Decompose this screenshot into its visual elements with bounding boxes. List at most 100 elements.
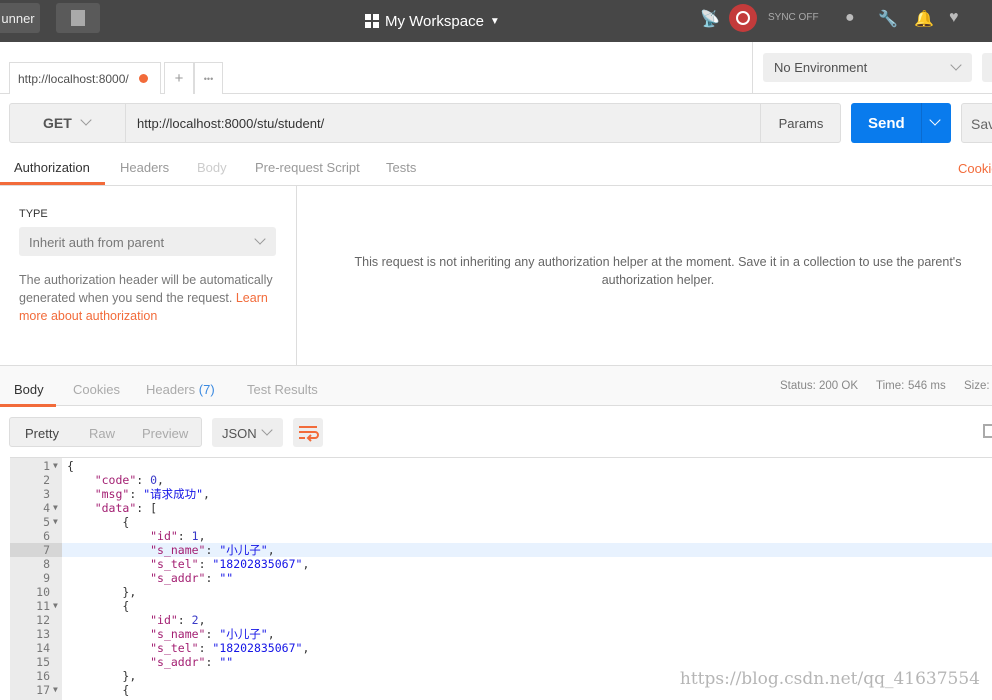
satellite-icon[interactable]: 📡 — [700, 9, 720, 29]
code-text: { — [67, 459, 74, 473]
code-text: "s_tel": "18202835067", — [67, 641, 309, 655]
send-label: Send — [868, 115, 905, 132]
response-editor[interactable]: 1 ▼{2 "code": 0, 3 "msg": "请求成功", 4 ▼ "data"… — [10, 457, 992, 700]
url-input[interactable]: http://localhost:8000/stu/student/ — [137, 116, 324, 131]
code-text: "s_addr": "" — [67, 571, 233, 585]
sync-icon[interactable] — [729, 4, 757, 32]
tab-headers[interactable]: Headers — [120, 152, 169, 185]
headers-count: (7) — [198, 382, 215, 397]
code-line: 12 "id": 2, — [10, 613, 992, 627]
cookies-link[interactable]: Cookie — [958, 161, 992, 176]
heart-icon[interactable]: ♥ — [949, 9, 959, 27]
fold-toggle-icon[interactable]: ▼ — [53, 683, 58, 697]
time-value: 546 ms — [908, 380, 946, 392]
response-tab-headers[interactable]: Headers (7) — [146, 382, 215, 407]
fold-toggle-icon[interactable]: ▼ — [53, 515, 58, 529]
json-key: "id" — [150, 613, 178, 627]
unsaved-dot-icon — [139, 74, 148, 83]
divider — [752, 42, 753, 94]
response-tab-cookies[interactable]: Cookies — [73, 382, 120, 407]
view-preview-button[interactable]: Preview — [142, 426, 188, 441]
json-punctuation: , — [203, 487, 210, 501]
tab-label: Body — [14, 382, 44, 397]
divider — [921, 103, 922, 143]
more-icon: ••• — [203, 73, 214, 84]
send-button[interactable]: Send — [851, 103, 951, 143]
view-raw-button[interactable]: Raw — [89, 426, 115, 441]
chevron-down-icon — [261, 424, 273, 436]
json-number: 1 — [191, 529, 199, 543]
more-tabs-button[interactable]: ••• — [194, 62, 223, 94]
code-text: "s_name": "小儿子", — [67, 543, 275, 557]
copy-icon[interactable] — [983, 424, 992, 438]
view-pretty-button[interactable]: Pretty — [25, 426, 59, 441]
fold-toggle-icon[interactable]: ▼ — [53, 459, 58, 473]
code-line: 9 "s_addr": "" — [10, 571, 992, 585]
json-key: "code" — [94, 473, 137, 487]
code-text: }, — [67, 585, 136, 599]
format-label: JSON — [222, 426, 257, 441]
auth-type-select[interactable]: Inherit auth from parent — [19, 227, 276, 256]
send-options-chevron-icon[interactable] — [929, 114, 941, 126]
code-line: 3 "msg": "请求成功", — [10, 487, 992, 501]
code-text: { — [67, 599, 129, 613]
time-label: Time: — [876, 380, 905, 392]
chevron-down-icon — [80, 114, 92, 126]
top-bar: unner My Workspace ▼ 📡 SYNC OFF ● 🔧 🔔 ♥ — [0, 0, 992, 42]
save-button[interactable]: Sav — [961, 103, 992, 143]
line-number: 9 — [43, 571, 50, 585]
code-line: 1 ▼{ — [10, 459, 992, 473]
fold-toggle-icon[interactable]: ▼ — [53, 501, 58, 515]
code-line: 10 }, — [10, 585, 992, 599]
tab-tests[interactable]: Tests — [386, 152, 416, 185]
new-window-button[interactable] — [56, 3, 100, 33]
code-line: 6 "id": 1, — [10, 529, 992, 543]
response-tab-body[interactable]: Body — [0, 382, 56, 407]
environment-quicklook-button[interactable] — [982, 53, 992, 82]
globe-icon[interactable]: ● — [845, 9, 855, 27]
code-line: 2 "code": 0, — [10, 473, 992, 487]
json-key: "s_name" — [150, 627, 206, 641]
fold-toggle-icon[interactable]: ▼ — [53, 599, 58, 613]
bell-icon[interactable]: 🔔 — [914, 9, 934, 29]
json-punctuation: , — [267, 627, 275, 641]
format-select[interactable]: JSON — [212, 418, 283, 447]
json-punctuation: : — [198, 557, 213, 571]
code-line: 11 ▼ { — [10, 599, 992, 613]
code-line: 7 "s_name": "小儿子", — [10, 543, 992, 557]
json-key: "s_addr" — [150, 571, 206, 585]
tab-authorization[interactable]: Authorization — [0, 152, 105, 185]
json-string: "18202835067" — [212, 641, 303, 655]
json-punctuation: { — [122, 599, 130, 613]
wrap-lines-button[interactable] — [293, 418, 323, 447]
tab-pre-request-script[interactable]: Pre-request Script — [255, 152, 360, 185]
json-punctuation: { — [122, 515, 130, 529]
json-punctuation: }, — [122, 669, 137, 683]
params-button[interactable]: Params — [760, 104, 841, 142]
tab-label: Tests — [386, 160, 417, 175]
code-text: "s_addr": "" — [67, 655, 233, 669]
workspace-switcher[interactable]: My Workspace ▼ — [365, 8, 500, 34]
method-select[interactable]: GET — [10, 104, 126, 142]
tab-body[interactable]: Body — [197, 152, 227, 185]
type-label: TYPE — [19, 208, 48, 220]
wrench-icon[interactable]: 🔧 — [878, 9, 898, 29]
chevron-down-icon — [950, 59, 962, 71]
json-punctuation: : — [205, 543, 220, 557]
new-tab-button[interactable]: + — [164, 62, 194, 94]
runner-button[interactable]: unner — [0, 3, 40, 33]
json-punctuation: , — [302, 641, 310, 655]
tab-label: Headers — [120, 160, 170, 175]
line-number: 3 — [43, 487, 50, 501]
code-text: { — [67, 683, 129, 697]
json-punctuation: : — [205, 571, 220, 585]
code-text: "s_tel": "18202835067", — [67, 557, 309, 571]
environment-select[interactable]: No Environment — [763, 53, 972, 82]
json-punctuation: : — [205, 655, 220, 669]
response-tab-test-results[interactable]: Test Results — [247, 382, 318, 407]
request-tab[interactable]: http://localhost:8000/ — [9, 62, 161, 94]
json-string: "小儿子" — [219, 627, 268, 641]
line-number: 6 — [43, 529, 50, 543]
chevron-down-icon — [254, 233, 266, 245]
workspace-name: My Workspace — [385, 12, 484, 30]
